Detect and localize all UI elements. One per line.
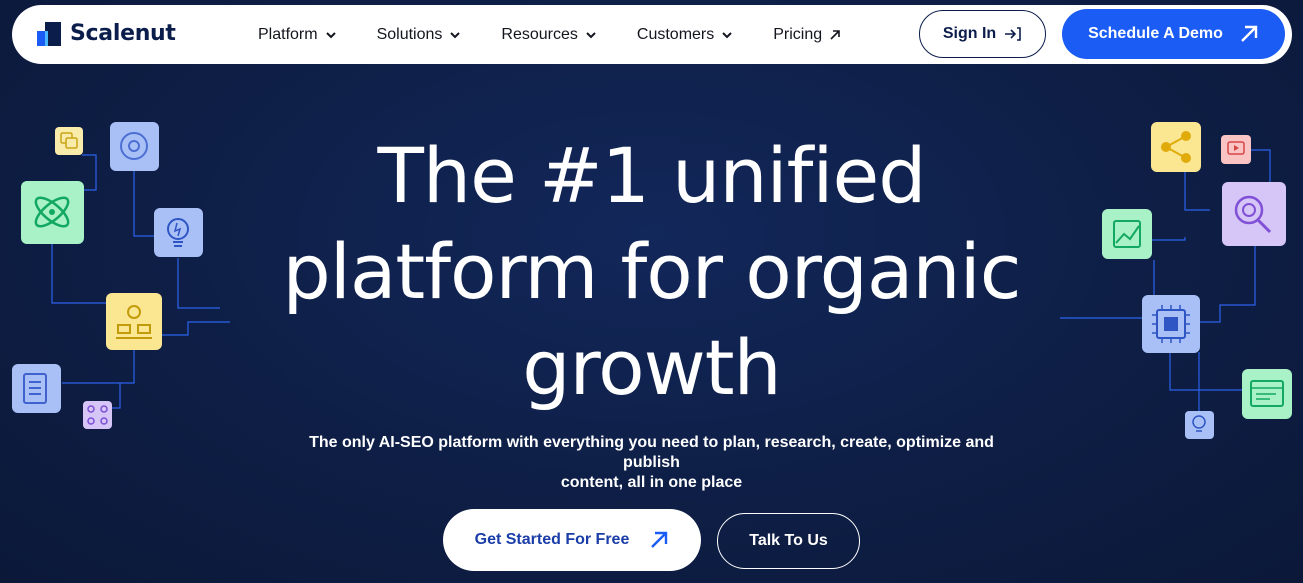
nav-item-solutions[interactable]: Solutions [377, 26, 463, 44]
headline-line-2: platform for organic [282, 227, 1021, 316]
nav-item-label: Customers [636, 26, 715, 43]
sign-in-label: Sign In [942, 25, 997, 42]
schedule-demo-button[interactable]: Schedule A Demo [1062, 9, 1285, 59]
nav-item-resources[interactable]: Resources [501, 26, 597, 44]
nav-item-label: Platform [258, 26, 318, 43]
subtitle-line-2: content, all in one place [560, 474, 743, 491]
nav-item-customers[interactable]: Customers [637, 26, 734, 44]
chevron-down-icon [325, 32, 336, 39]
headline-line-1: The #1 unified [377, 131, 926, 220]
brand-name: Scalenut [70, 21, 176, 46]
nav-item-label: Solutions [376, 26, 443, 43]
hero-subtitle: The only AI-SEO platform with everything… [280, 433, 1023, 493]
chevron-down-icon [722, 32, 732, 39]
hero-headline: The #1 unified platform for organic grow… [250, 128, 1053, 416]
arrow-up-right-icon [651, 531, 668, 548]
headline-line-3: growth [522, 323, 781, 412]
chevron-down-icon [586, 32, 596, 39]
schedule-demo-label: Schedule A Demo [1088, 25, 1223, 42]
nav-item-pricing[interactable]: Pricing [773, 26, 842, 44]
brand-logo[interactable]: Scalenut [37, 21, 176, 46]
nav-item-label: Pricing [773, 26, 823, 43]
top-navbar: Scalenut Platform Solutions Resources Cu… [12, 5, 1292, 64]
nav-item-platform[interactable]: Platform [258, 26, 338, 44]
nav-menu: Platform Solutions Resources Customers P… [258, 23, 881, 47]
talk-to-us-button[interactable]: Talk To Us [717, 513, 860, 569]
get-started-button[interactable]: Get Started For Free [443, 509, 701, 571]
talk-to-us-label: Talk To Us [749, 532, 828, 549]
get-started-label: Get Started For Free [474, 531, 630, 548]
nav-item-label: Resources [501, 26, 578, 43]
subtitle-line-1: The only AI-SEO platform with everything… [309, 434, 994, 471]
arrow-up-right-icon [830, 30, 840, 40]
chevron-down-icon [450, 32, 461, 39]
logo-mark-icon [37, 21, 61, 46]
arrow-up-right-icon [1241, 25, 1258, 42]
login-icon [1005, 27, 1021, 41]
sign-in-button[interactable]: Sign In [919, 10, 1046, 58]
